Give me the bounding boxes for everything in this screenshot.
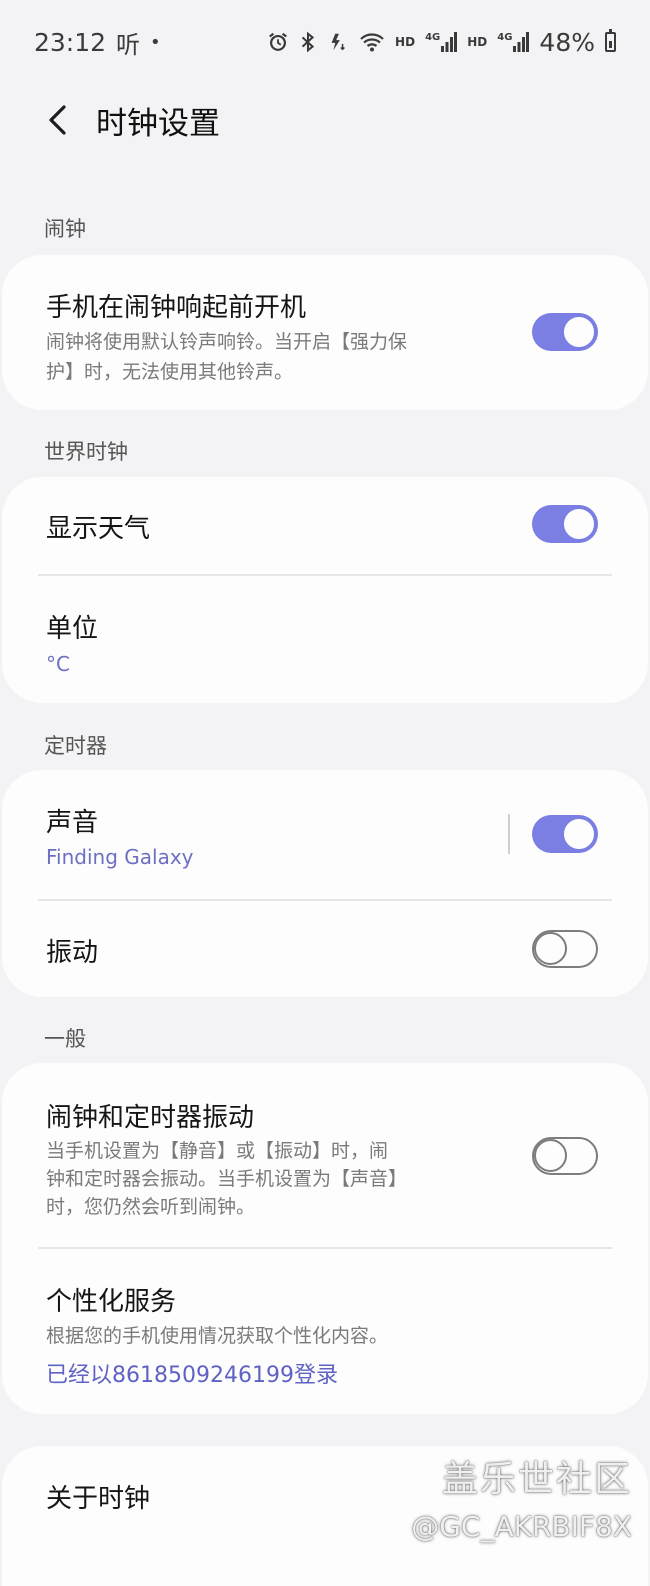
setting-show-weather[interactable]: 显示天气 <box>2 477 648 575</box>
network-type-2: 4G <box>497 32 513 43</box>
toggle-knob <box>562 817 596 851</box>
vertical-divider <box>508 814 510 854</box>
setting-title: 手机在闹钟响起前开机 <box>46 293 307 323</box>
setting-title: 个性化服务 <box>46 1287 177 1317</box>
setting-desc-line1: 当手机设置为【静音】或【振动】时，闹 <box>46 1140 389 1162</box>
section-label-general: 一般 <box>44 1027 86 1051</box>
setting-title: 显示天气 <box>46 514 151 544</box>
power-on-toggle[interactable] <box>532 313 598 351</box>
watermark-user-id: @GC_AKRBIF8X <box>411 1510 632 1543</box>
section-label-world-clock: 世界时钟 <box>44 440 128 464</box>
setting-power-on-before-alarm[interactable]: 手机在闹钟响起前开机 闹钟将使用默认铃声响铃。当开启【强力保 护】时，无法使用其… <box>2 255 648 410</box>
carrier-icon: 听 <box>116 30 141 59</box>
section-label-alarm: 闹钟 <box>44 217 86 241</box>
alarm-timer-vibration-toggle[interactable] <box>532 1137 598 1175</box>
setting-personalization[interactable]: 个性化服务 根据您的手机使用情况获取个性化内容。 已经以861850924619… <box>2 1249 648 1414</box>
battery-percent: 48% <box>539 27 595 57</box>
battery-icon <box>605 29 616 52</box>
hd-label-1: HD <box>395 35 416 49</box>
back-arrow-icon <box>49 105 66 135</box>
setting-timer-sound[interactable]: 声音 Finding Galaxy <box>2 770 648 899</box>
unit-value: °C <box>46 652 70 676</box>
back-button[interactable] <box>38 100 78 140</box>
status-time: 23:12 <box>34 27 107 57</box>
setting-desc-line2: 护】时，无法使用其他铃声。 <box>46 361 294 383</box>
setting-desc: 根据您的手机使用情况获取个性化内容。 <box>46 1325 389 1347</box>
signal-icon-1: 4G <box>425 32 458 52</box>
card-world-clock: 显示天气 单位 °C <box>2 477 648 703</box>
card-timer: 声音 Finding Galaxy 振动 <box>2 770 648 997</box>
setting-desc-line3: 时，您仍然会听到闹钟。 <box>46 1196 256 1218</box>
card-general: 闹钟和定时器振动 当手机设置为【静音】或【振动】时，闹 钟和定时器会振动。当手机… <box>2 1063 648 1414</box>
card-alarm: 手机在闹钟响起前开机 闹钟将使用默认铃声响铃。当开启【强力保 护】时，无法使用其… <box>2 255 648 410</box>
app-bar: 时钟设置 <box>0 84 650 156</box>
setting-title: 关于时钟 <box>46 1484 151 1514</box>
page-title: 时钟设置 <box>96 105 220 142</box>
toggle-knob <box>562 315 596 349</box>
section-label-timer: 定时器 <box>44 734 107 758</box>
watermark-logo: 盖乐世社区 <box>441 1459 632 1500</box>
setting-desc-line2: 钟和定时器会振动。当手机设置为【声音】 <box>46 1168 408 1190</box>
setting-title: 振动 <box>46 938 99 968</box>
timer-sound-value: Finding Galaxy <box>46 845 194 869</box>
network-type-1: 4G <box>425 32 441 43</box>
setting-unit[interactable]: 单位 °C <box>2 576 648 703</box>
timer-vibration-toggle[interactable] <box>532 930 598 968</box>
account-login-status: 已经以8618509246199登录 <box>46 1363 338 1388</box>
signal-icon-2: 4G <box>497 32 530 52</box>
hd-label-2: HD <box>467 35 488 49</box>
notification-dot-icon: • <box>150 31 161 53</box>
toggle-knob <box>534 932 567 965</box>
wifi-icon <box>360 33 384 52</box>
show-weather-toggle[interactable] <box>532 505 598 543</box>
setting-title: 声音 <box>46 808 99 838</box>
setting-desc-line1: 闹钟将使用默认铃声响铃。当开启【强力保 <box>46 331 408 353</box>
bluetooth-icon <box>301 31 315 53</box>
toggle-knob <box>534 1139 567 1172</box>
setting-title: 闹钟和定时器振动 <box>46 1103 255 1133</box>
setting-timer-vibration[interactable]: 振动 <box>2 901 648 997</box>
timer-sound-toggle[interactable] <box>532 815 598 853</box>
data-icon <box>331 33 345 51</box>
toggle-knob <box>562 507 596 541</box>
status-bar: 23:12 听 • HD 4G HD 4G 48% <box>0 0 650 84</box>
alarm-icon <box>269 32 287 51</box>
setting-alarm-timer-vibration[interactable]: 闹钟和定时器振动 当手机设置为【静音】或【振动】时，闹 钟和定时器会振动。当手机… <box>2 1063 648 1247</box>
setting-title: 单位 <box>46 614 99 644</box>
